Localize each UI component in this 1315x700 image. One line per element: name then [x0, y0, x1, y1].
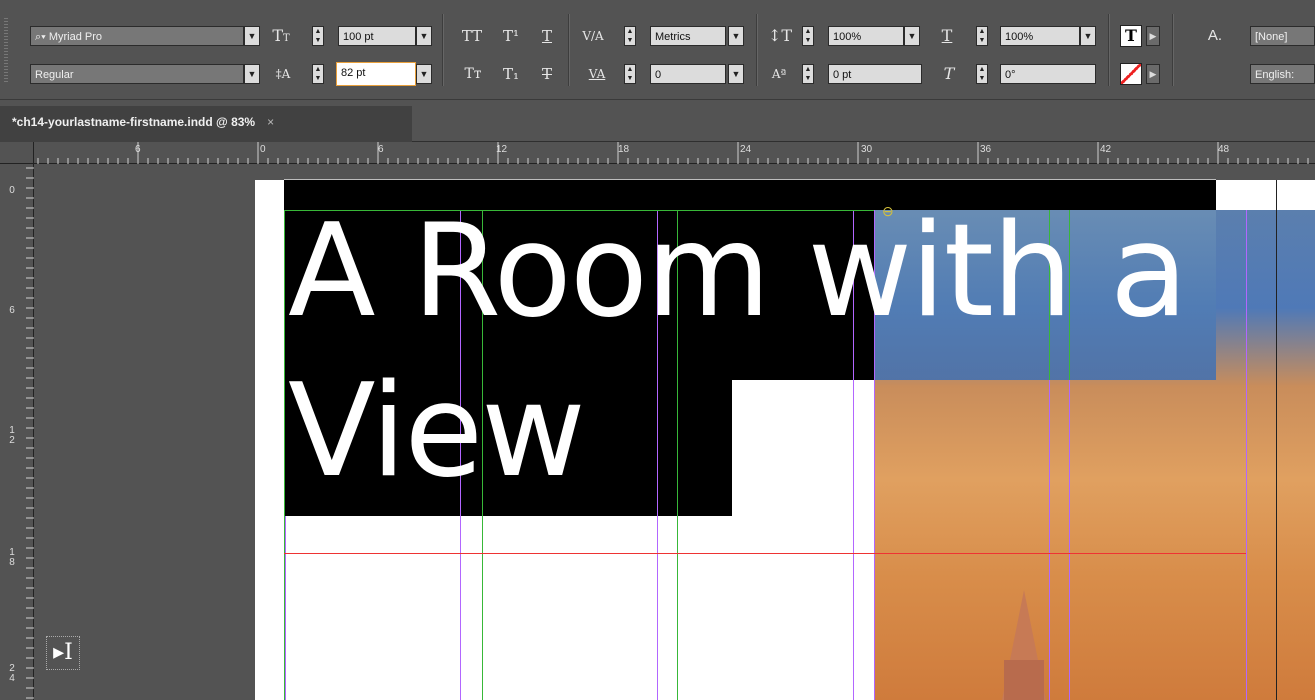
- text-stroke-swatch[interactable]: [1120, 63, 1142, 85]
- baseline-shift-input[interactable]: 0 pt: [828, 64, 922, 84]
- horizontal-scale-dropdown[interactable]: ▼: [1080, 26, 1096, 46]
- ruler-ticks: [17, 142, 1309, 164]
- divider: [1172, 14, 1174, 86]
- tracking-icon: VA: [588, 67, 606, 81]
- close-icon[interactable]: ×: [267, 115, 274, 129]
- fill-menu-button[interactable]: ▶: [1146, 26, 1160, 46]
- document-tab[interactable]: *ch14-yourlastname-firstname.indd @ 83% ×: [0, 106, 412, 142]
- vertical-ruler[interactable]: 0 6 1 2 1 8 2 4: [0, 164, 34, 700]
- document-tab-bar: *ch14-yourlastname-firstname.indd @ 83% ×: [0, 100, 1315, 142]
- font-size-stepper[interactable]: ▲ ▼: [312, 26, 324, 46]
- subscript-icon[interactable]: T₁: [500, 64, 522, 84]
- kerning-dropdown[interactable]: ▼: [728, 26, 744, 46]
- skew-input[interactable]: 0°: [1000, 64, 1096, 84]
- all-caps-icon[interactable]: TT: [458, 26, 486, 46]
- font-size-input[interactable]: 100 pt: [338, 26, 416, 46]
- control-panel: ⌕▾ Myriad Pro ▼ Regular ▼ TT ▲ ▼ 100 pt ▼…: [0, 0, 1315, 100]
- tower-silhouette: [1004, 660, 1044, 700]
- document-tab-title: *ch14-yourlastname-firstname.indd @ 83%: [12, 115, 256, 129]
- horizontal-guide: [284, 553, 1246, 554]
- tracking-stepper[interactable]: ▲ ▼: [624, 64, 636, 84]
- link-icon[interactable]: ⊖: [882, 203, 894, 220]
- font-family-field[interactable]: ⌕▾ Myriad Pro: [30, 26, 244, 46]
- leading-input[interactable]: 82 pt: [336, 62, 416, 86]
- ruler-label: 1 8: [9, 547, 15, 568]
- font-size-dropdown[interactable]: ▼: [416, 26, 432, 46]
- font-style-field[interactable]: Regular: [30, 64, 244, 84]
- divider: [756, 14, 758, 86]
- underline-icon[interactable]: T: [538, 26, 556, 46]
- skew-icon: T: [943, 64, 955, 83]
- strikethrough-icon[interactable]: T: [538, 64, 556, 84]
- ruler-label: 6: [378, 144, 384, 155]
- ruler-label: 24: [740, 144, 752, 155]
- font-size-icon: TT: [272, 26, 290, 45]
- column-guide: [285, 516, 286, 700]
- kerning-icon: V/A: [582, 29, 604, 43]
- ruler-label: 6: [9, 305, 15, 316]
- baseline-shift-icon: Aª: [771, 67, 787, 81]
- search-icon: ⌕▾: [35, 31, 49, 43]
- horizontal-scale-input[interactable]: 100%: [1000, 26, 1080, 46]
- ruler-label: 30: [861, 144, 873, 155]
- column-guide: [1246, 210, 1247, 700]
- ruler-label: 6: [135, 144, 141, 155]
- small-caps-icon[interactable]: Tт: [458, 64, 488, 84]
- text-fill-swatch[interactable]: T: [1120, 25, 1142, 47]
- panel-grip[interactable]: [4, 18, 8, 82]
- leading-dropdown[interactable]: ▼: [416, 64, 432, 84]
- vertical-scale-dropdown[interactable]: ▼: [904, 26, 920, 46]
- divider: [442, 14, 444, 86]
- ruler-label: 1 2: [9, 425, 15, 446]
- horizontal-scale-stepper[interactable]: ▲ ▼: [976, 26, 988, 46]
- tracking-input[interactable]: 0: [650, 64, 726, 84]
- character-style-icon: A.: [1207, 27, 1223, 44]
- leading-stepper[interactable]: ▲ ▼: [312, 64, 324, 84]
- ruler-label: 2 4: [9, 663, 15, 684]
- skew-stepper[interactable]: ▲ ▼: [976, 64, 988, 84]
- superscript-icon[interactable]: T¹: [500, 26, 522, 46]
- page-margin-line: [1276, 180, 1277, 700]
- vertical-scale-input[interactable]: 100%: [828, 26, 904, 46]
- font-family-dropdown[interactable]: ▼: [244, 26, 260, 46]
- vertical-scale-stepper[interactable]: ▲ ▼: [802, 26, 814, 46]
- baseline-shift-stepper[interactable]: ▲ ▼: [802, 64, 814, 84]
- horizontal-scale-icon: T: [941, 26, 953, 45]
- language-field[interactable]: English:: [1250, 64, 1315, 84]
- text-cursor-icon: ▸I: [46, 636, 80, 670]
- ruler-label: 42: [1100, 144, 1112, 155]
- ruler-label: 12: [496, 144, 508, 155]
- kerning-input[interactable]: Metrics: [650, 26, 726, 46]
- horizontal-ruler[interactable]: 6 0 6 12 18 24 30 36 42 48: [0, 142, 1315, 164]
- vertical-scale-icon: ↕T: [767, 26, 793, 45]
- ruler-origin[interactable]: [0, 142, 34, 164]
- ruler-label: 18: [618, 144, 630, 155]
- ruler-label: 0: [9, 185, 15, 196]
- divider: [1108, 14, 1110, 86]
- ruler-label: 48: [1218, 144, 1230, 155]
- character-style-field[interactable]: [None]: [1250, 26, 1315, 46]
- ruler-label: 0: [260, 144, 266, 155]
- divider: [568, 14, 570, 86]
- leading-icon: ‡A: [275, 67, 291, 81]
- tracking-dropdown[interactable]: ▼: [728, 64, 744, 84]
- ruler-label: 36: [980, 144, 992, 155]
- headline-text[interactable]: A Room with a View: [288, 192, 1208, 512]
- stroke-menu-button[interactable]: ▶: [1146, 64, 1160, 84]
- ruler-ticks: [26, 167, 34, 699]
- font-style-dropdown[interactable]: ▼: [244, 64, 260, 84]
- kerning-stepper[interactable]: ▲ ▼: [624, 26, 636, 46]
